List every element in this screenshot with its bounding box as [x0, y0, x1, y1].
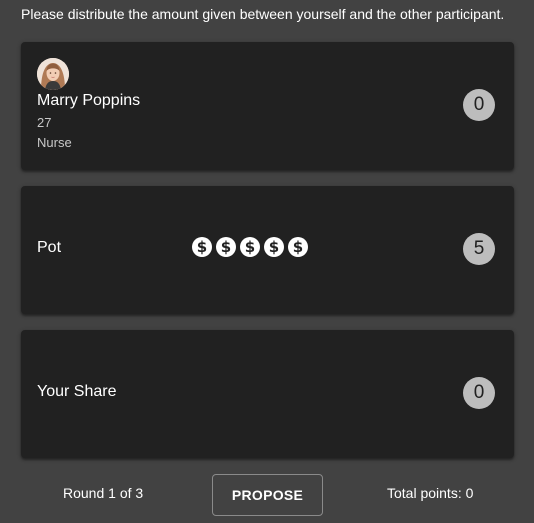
- share-label: Your Share: [37, 383, 117, 400]
- svg-text:$: $: [197, 238, 207, 256]
- pot-coins: $ $ $ $ $: [192, 237, 312, 257]
- share-card: Your Share 0: [21, 330, 514, 458]
- round-indicator: Round 1 of 3: [63, 485, 144, 501]
- svg-text:$: $: [293, 238, 303, 256]
- share-value-badge: 0: [463, 377, 495, 409]
- avatar: [37, 58, 69, 90]
- participant-score-badge: 0: [463, 89, 495, 121]
- propose-button[interactable]: PROPOSE: [212, 474, 323, 516]
- pot-value-badge: 5: [463, 233, 495, 265]
- dollar-coin-icon: $: [264, 237, 284, 257]
- dollar-coin-icon: $: [240, 237, 260, 257]
- svg-text:$: $: [221, 238, 231, 256]
- pot-label: Pot: [37, 239, 62, 256]
- total-points: Total points: 0: [387, 485, 474, 501]
- pot-card: Pot $ $ $ $ $ 5: [21, 186, 514, 314]
- dollar-coin-icon: $: [288, 237, 308, 257]
- participant-card: Marry Poppins 27 Nurse 0: [21, 42, 514, 170]
- svg-text:$: $: [245, 238, 255, 256]
- instruction-text: Please distribute the amount given betwe…: [21, 6, 505, 22]
- dollar-coin-icon: $: [216, 237, 236, 257]
- participant-occupation: Nurse: [37, 135, 72, 150]
- participant-age: 27: [37, 115, 52, 130]
- person-avatar-icon: [37, 58, 69, 90]
- svg-text:$: $: [269, 238, 279, 256]
- dollar-coin-icon: $: [192, 237, 212, 257]
- participant-name: Marry Poppins: [37, 92, 141, 109]
